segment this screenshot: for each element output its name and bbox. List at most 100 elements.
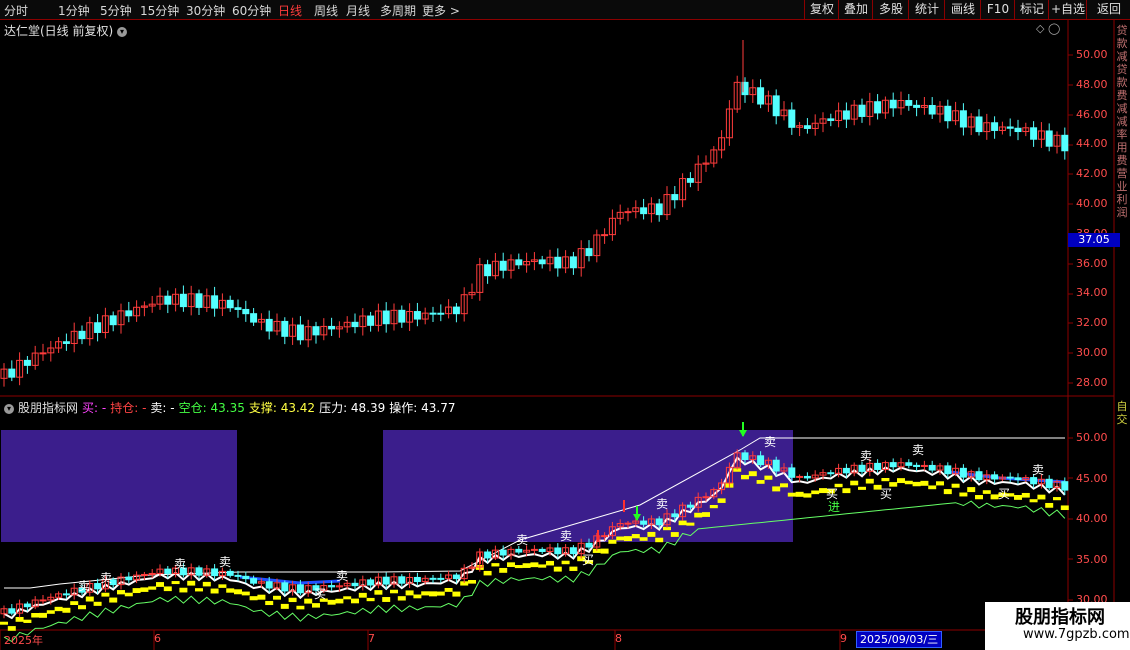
toolbar-button-4[interactable]: 画线 [944, 0, 981, 19]
timeline-label: 8 [615, 632, 622, 645]
support-band [444, 587, 453, 592]
ind-candle-body [788, 467, 796, 478]
support-band [366, 597, 375, 602]
candle-body [413, 311, 421, 320]
ind-candle-body [671, 513, 679, 518]
period-tab-6[interactable]: 日线 [278, 2, 302, 19]
candle-body [515, 259, 523, 266]
sell-signal: 卖 [656, 497, 668, 511]
ind-candle-body [125, 576, 133, 581]
support-band [764, 475, 773, 480]
support-band [787, 492, 796, 497]
support-band [156, 582, 164, 587]
support-band [351, 598, 359, 604]
support-band [694, 512, 703, 518]
indicator-menu-icon[interactable]: ▾ [4, 403, 14, 414]
support-band [187, 580, 196, 586]
ind-candle-body [538, 548, 546, 552]
chart-canvas: 卖卖卖 卖卖卖 卖卖卖卖 卖卖买买买买买进 [0, 20, 1130, 650]
support-band [429, 591, 437, 597]
support-band [1053, 497, 1061, 501]
buy-signal: 买 [582, 553, 594, 567]
period-tab-1[interactable]: 1分钟 [58, 2, 90, 19]
support-band [748, 471, 757, 477]
timeline-label: 9 [840, 632, 847, 645]
ind-candle-body [429, 577, 437, 580]
support-band [195, 588, 203, 592]
diamond-icon[interactable]: ◇ ◯ [1036, 22, 1060, 35]
period-tab-4[interactable]: 30分钟 [186, 2, 225, 19]
toolbar-button-5[interactable]: F10 [980, 0, 1015, 19]
support-band [140, 587, 149, 592]
ind-candle-body [8, 608, 16, 614]
support-band [756, 480, 765, 484]
buy-signal: 买 [314, 587, 326, 601]
period-tab-0[interactable]: 分时 [4, 2, 28, 19]
toolbar-button-8[interactable]: 返回 [1086, 0, 1130, 19]
sell-signal: 卖 [764, 435, 776, 449]
kline-y-tick: 30.00 [1076, 346, 1108, 359]
candle-body [179, 293, 187, 308]
candle-body [437, 312, 445, 315]
support-band [280, 603, 289, 609]
ind-candle-body [858, 464, 866, 472]
toolbar-button-7[interactable]: +自选 [1048, 0, 1087, 19]
period-tab-9[interactable]: 多周期 [380, 2, 416, 19]
support-band [538, 564, 547, 568]
period-tab-2[interactable]: 5分钟 [100, 2, 132, 19]
candle-body [296, 324, 304, 341]
ind-candle-body [23, 603, 31, 608]
ind-candle-body [1030, 477, 1038, 485]
candle-body [8, 368, 16, 378]
period-tab-3[interactable]: 15分钟 [140, 2, 179, 19]
support-band [709, 504, 718, 509]
support-band [811, 490, 820, 495]
period-tab-8[interactable]: 月线 [346, 2, 370, 19]
ind-candle-body [250, 578, 258, 584]
timeline-label: 2025年 [4, 634, 43, 647]
candle-body [234, 307, 242, 310]
candle-body [585, 248, 593, 257]
support-band [335, 598, 344, 604]
sell-signal: 卖 [174, 557, 186, 571]
support-band [218, 584, 227, 588]
support-band [741, 474, 749, 480]
candle-body [367, 315, 375, 326]
timeline-label: 6 [154, 632, 161, 645]
candle-body [975, 116, 983, 133]
support-band [249, 596, 258, 601]
toolbar-button-6[interactable]: 标记 [1014, 0, 1049, 19]
period-tab-5[interactable]: 60分钟 [232, 2, 271, 19]
candle-body [281, 320, 289, 337]
candle-body [312, 326, 320, 336]
ind-candle-body [905, 462, 913, 466]
support-band [546, 560, 554, 566]
period-tab-10[interactable]: 更多 > [422, 2, 460, 19]
ind-candle-body [655, 518, 663, 526]
candle-body [827, 118, 835, 121]
support-band [647, 531, 656, 537]
toolbar-button-3[interactable]: 统计 [908, 0, 945, 19]
ind-candle-body [1045, 478, 1053, 489]
candle-body [78, 330, 86, 340]
toolbar-button-1[interactable]: 叠加 [838, 0, 873, 19]
period-tab-7[interactable]: 周线 [314, 2, 338, 19]
toolbar-button-0[interactable]: 复权 [804, 0, 839, 19]
support-band [803, 493, 812, 498]
support-band [257, 594, 266, 600]
candle-body [250, 313, 258, 323]
indicator-field-3: 空仓: 43.35 [178, 401, 245, 415]
support-band [608, 539, 617, 544]
indicator-y-tick: 45.00 [1076, 471, 1108, 485]
indicator-field-1: 持仓: - [110, 401, 147, 415]
support-band [304, 598, 313, 604]
candle-body [1045, 130, 1053, 147]
candle-body [1030, 127, 1038, 140]
candle-body [913, 104, 921, 108]
chevron-down-icon[interactable]: ▾ [117, 26, 128, 37]
enter-signal: 进 [828, 500, 840, 514]
support-band [616, 536, 625, 541]
toolbar-button-2[interactable]: 多股 [872, 0, 909, 19]
support-band [1021, 492, 1030, 498]
ind-candle-body [1006, 476, 1014, 479]
